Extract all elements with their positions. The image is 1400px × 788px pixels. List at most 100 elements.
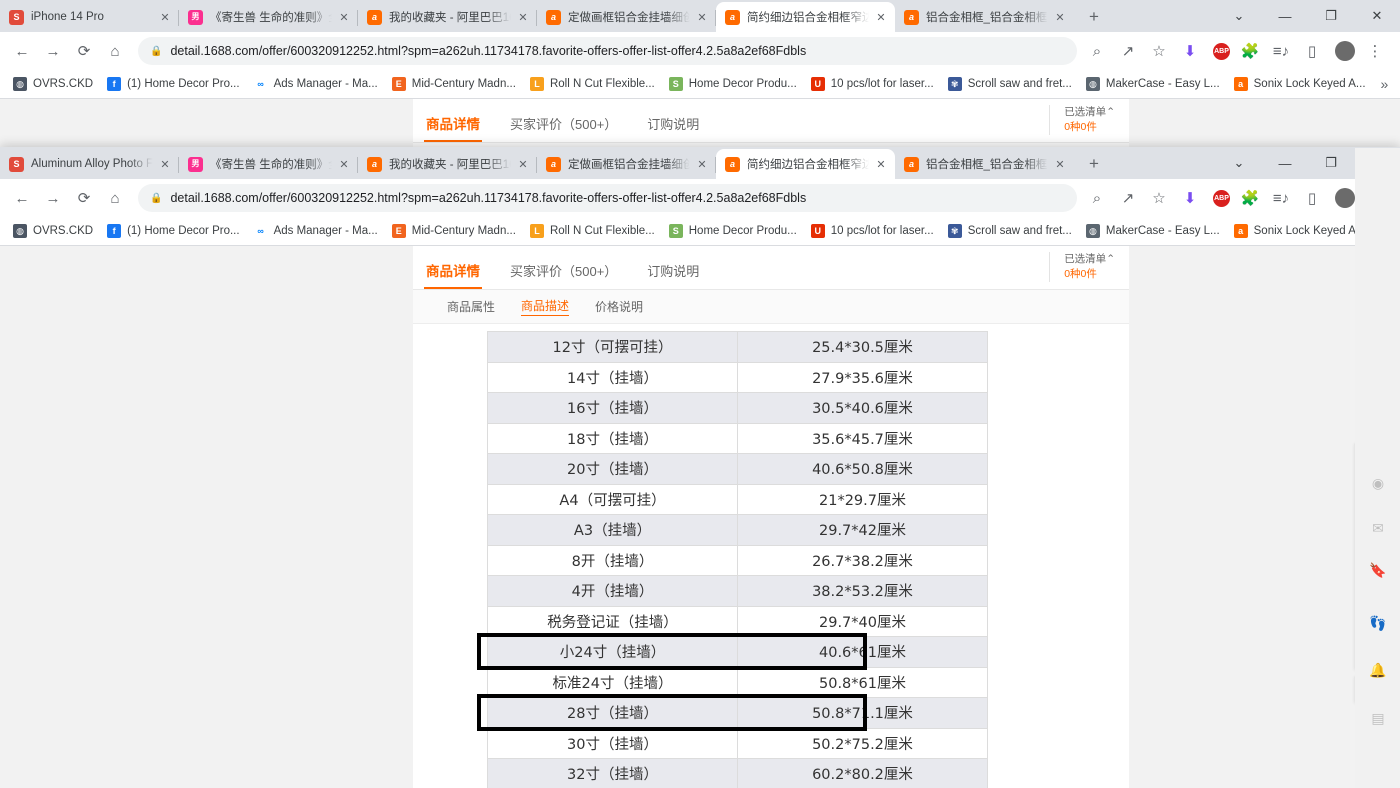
share-icon[interactable]: ↗ xyxy=(1114,184,1142,212)
bookmark-item[interactable]: aSonix Lock Keyed A... xyxy=(1227,75,1373,93)
home-icon[interactable]: ⌂ xyxy=(101,37,129,65)
tab-product-detail[interactable]: 商品详情 xyxy=(426,113,480,142)
close-icon[interactable]: ✕ xyxy=(336,9,352,25)
home-icon[interactable]: ⌂ xyxy=(101,184,129,212)
close-window-button[interactable]: ✕ xyxy=(1354,0,1400,32)
address-bar[interactable]: 🔒 detail.1688.com/offer/600320912252.htm… xyxy=(138,184,1077,212)
bookmark-item[interactable]: ◍MakerCase - Easy L... xyxy=(1079,222,1227,240)
reload-icon[interactable]: ⟳ xyxy=(70,37,98,65)
bookmark-item[interactable]: ✾Scroll saw and fret... xyxy=(941,222,1079,240)
download-icon[interactable]: ⬇ xyxy=(1176,37,1204,65)
close-icon[interactable]: ✕ xyxy=(336,156,352,172)
browser-tab[interactable]: a 定做画框铝合金挂墙细创意 ✕ xyxy=(537,2,716,32)
share-icon[interactable]: ↗ xyxy=(1114,37,1142,65)
browser-toolbar-front[interactable]: ← → ⟳ ⌂ 🔒 detail.1688.com/offer/60032091… xyxy=(0,179,1400,217)
selected-list-summary[interactable]: 已选清单⌃ 0种0件 xyxy=(1049,252,1115,282)
close-icon[interactable]: ✕ xyxy=(873,9,889,25)
bookmark-item[interactable]: ◍MakerCase - Easy L... xyxy=(1079,75,1227,93)
tab-strip-front[interactable]: S Aluminum Alloy Photo Fram ✕ 男 《寄生兽 生命的… xyxy=(0,147,1400,179)
browser-tab[interactable]: 男 《寄生兽 生命的准则》全集在 ✕ xyxy=(179,149,358,179)
bookmark-item[interactable]: ◍OVRS.CKD xyxy=(6,75,100,93)
bookmark-star-icon[interactable]: ☆ xyxy=(1145,184,1173,212)
bookmark-item[interactable]: ∞Ads Manager - Ma... xyxy=(247,222,385,240)
bookmark-item[interactable]: f(1) Home Decor Pro... xyxy=(100,75,246,93)
contact-icon[interactable]: ◉ xyxy=(1368,473,1388,493)
new-tab-button[interactable]: + xyxy=(1080,150,1108,178)
menu-icon[interactable]: ⋮ xyxy=(1361,37,1389,65)
product-nav-front[interactable]: 商品详情 买家评价（500+） 订购说明 已选清单⌃ 0种0件 xyxy=(413,246,1129,290)
media-control-icon[interactable]: ≡♪ xyxy=(1267,184,1295,212)
bookmark-star-icon[interactable]: ☆ xyxy=(1145,37,1173,65)
bookmark-item[interactable]: ✾Scroll saw and fret... xyxy=(941,75,1079,93)
minimize-button[interactable]: — xyxy=(1262,147,1308,179)
subtab-attributes[interactable]: 商品属性 xyxy=(447,298,495,315)
bookmark-item[interactable]: f(1) Home Decor Pro... xyxy=(100,222,246,240)
back-icon[interactable]: ← xyxy=(8,184,36,212)
browser-tab[interactable]: a 铝合金相框_铝合金相框批发 ✕ xyxy=(895,2,1074,32)
close-icon[interactable]: ✕ xyxy=(157,9,173,25)
tab-order-instructions[interactable]: 订购说明 xyxy=(647,114,699,142)
side-panel-icon[interactable]: ▯ xyxy=(1298,184,1326,212)
close-icon[interactable]: ✕ xyxy=(515,9,531,25)
bookmark-item[interactable]: ∞Ads Manager - Ma... xyxy=(247,75,385,93)
product-subnav-front[interactable]: 商品属性 商品描述 价格说明 xyxy=(413,290,1129,324)
mail-icon[interactable]: ✉ xyxy=(1368,518,1388,538)
bookmarks-overflow-button[interactable]: » xyxy=(1373,76,1397,92)
maximize-button[interactable]: ❐ xyxy=(1308,147,1354,179)
minimize-button[interactable]: — xyxy=(1262,0,1308,32)
bookmark-item[interactable]: LRoll N Cut Flexible... xyxy=(523,222,662,240)
forward-icon[interactable]: → xyxy=(39,37,67,65)
browser-tab[interactable]: 男 《寄生兽 生命的准则》全集在 ✕ xyxy=(179,2,358,32)
browser-tab-active[interactable]: a 简约细边铝合金相框窄边画 ✕ xyxy=(716,149,895,179)
subtab-description[interactable]: 商品描述 xyxy=(521,297,569,316)
browser-tab[interactable]: S Aluminum Alloy Photo Fram ✕ xyxy=(0,149,179,179)
close-icon[interactable]: ✕ xyxy=(694,156,710,172)
tab-product-detail[interactable]: 商品详情 xyxy=(426,260,480,289)
product-nav-back[interactable]: 商品详情 买家评价（500+） 订购说明 已选清单⌃ 0种0件 xyxy=(413,99,1129,143)
bookmark-item[interactable]: U10 pcs/lot for laser... xyxy=(804,75,941,93)
close-icon[interactable]: ✕ xyxy=(1052,9,1068,25)
bookmarks-bar-back[interactable]: ◍OVRS.CKDf(1) Home Decor Pro...∞Ads Mana… xyxy=(0,70,1400,99)
selected-list-summary[interactable]: 已选清单⌃ 0种0件 xyxy=(1049,105,1115,135)
reload-icon[interactable]: ⟳ xyxy=(70,184,98,212)
close-icon[interactable]: ✕ xyxy=(157,156,173,172)
bookmark-item[interactable]: SHome Decor Produ... xyxy=(662,75,804,93)
tab-strip-back[interactable]: S iPhone 14 Pro ✕ 男 《寄生兽 生命的准则》全集在 ✕ a 我… xyxy=(0,0,1400,32)
bell-icon[interactable]: 🔔 xyxy=(1368,660,1388,680)
browser-tab[interactable]: S iPhone 14 Pro ✕ xyxy=(0,2,179,32)
bookmark-item[interactable]: EMid-Century Madn... xyxy=(385,222,523,240)
browser-toolbar-back[interactable]: ← → ⟳ ⌂ 🔒 detail.1688.com/offer/60032091… xyxy=(0,32,1400,70)
browser-tab[interactable]: a 定做画框铝合金挂墙细创意 ✕ xyxy=(537,149,716,179)
close-icon[interactable]: ✕ xyxy=(1052,156,1068,172)
close-icon[interactable]: ✕ xyxy=(873,156,889,172)
search-icon[interactable]: ⌕ xyxy=(1083,37,1111,65)
tab-buyer-reviews[interactable]: 买家评价（500+） xyxy=(510,114,617,142)
bookmark-item[interactable]: EMid-Century Madn... xyxy=(385,75,523,93)
media-control-icon[interactable]: ≡♪ xyxy=(1267,37,1295,65)
download-icon[interactable]: ⬇ xyxy=(1176,184,1204,212)
address-bar[interactable]: 🔒 detail.1688.com/offer/600320912252.htm… xyxy=(138,37,1077,65)
avatar[interactable] xyxy=(1335,41,1355,61)
bookmark-item[interactable]: ◍OVRS.CKD xyxy=(6,222,100,240)
tab-buyer-reviews[interactable]: 买家评价（500+） xyxy=(510,261,617,289)
browser-tab[interactable]: a 铝合金相框_铝合金相框批发 ✕ xyxy=(895,149,1074,179)
footprint-icon[interactable]: 👣 xyxy=(1368,613,1388,633)
bookmark-item[interactable]: aSonix Lock Keyed A... xyxy=(1227,222,1373,240)
search-icon[interactable]: ⌕ xyxy=(1083,184,1111,212)
bookmarks-bar-front[interactable]: ◍OVRS.CKDf(1) Home Decor Pro...∞Ads Mana… xyxy=(0,217,1400,246)
close-icon[interactable]: ✕ xyxy=(694,9,710,25)
avatar[interactable] xyxy=(1335,188,1355,208)
side-panel-icon[interactable]: ▯ xyxy=(1298,37,1326,65)
browser-tab[interactable]: a 我的收藏夹 - 阿里巴巴1688 ✕ xyxy=(358,2,537,32)
new-tab-button[interactable]: + xyxy=(1080,3,1108,31)
browser-tab-active[interactable]: a 简约细边铝合金相框窄边画 ✕ xyxy=(716,2,895,32)
bookmark-item[interactable]: U10 pcs/lot for laser... xyxy=(804,222,941,240)
subtab-price-info[interactable]: 价格说明 xyxy=(595,298,643,315)
tab-search-icon[interactable]: ⌄ xyxy=(1216,147,1262,179)
forward-icon[interactable]: → xyxy=(39,184,67,212)
extensions-icon[interactable]: 🧩 xyxy=(1236,184,1264,212)
bookmark-item[interactable]: SHome Decor Produ... xyxy=(662,222,804,240)
tab-order-instructions[interactable]: 订购说明 xyxy=(647,261,699,289)
tab-search-icon[interactable]: ⌄ xyxy=(1216,0,1262,32)
browser-tab[interactable]: a 我的收藏夹 - 阿里巴巴1688 ✕ xyxy=(358,149,537,179)
